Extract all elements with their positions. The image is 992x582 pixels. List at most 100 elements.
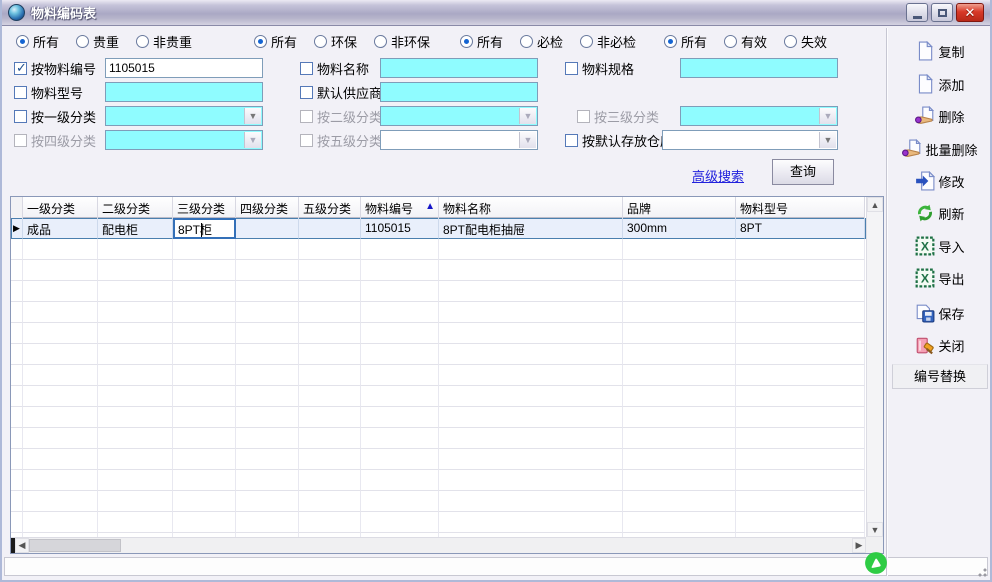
sidebar-button-modify[interactable]: 修改 xyxy=(888,169,992,193)
radio-option-precious-2[interactable]: 非贵重 xyxy=(136,32,192,51)
grid-header-物料编号[interactable]: 物料编号▲ xyxy=(361,197,439,218)
export-icon: X xyxy=(915,268,935,288)
checkbox-class-level1[interactable] xyxy=(14,110,27,123)
sort-ascending-icon: ▲ xyxy=(425,201,435,212)
radio-filter-row: 所有贵重非贵重所有环保非环保所有必检非必检所有有效失效 xyxy=(2,32,882,52)
cell-editor[interactable]: 8PT柜 xyxy=(173,218,236,239)
advanced-search-link[interactable]: 高级搜索 xyxy=(692,166,744,185)
filter-input-material-code[interactable]: 1105015 xyxy=(105,58,263,78)
sidebar-button-delete[interactable]: 删除 xyxy=(888,104,992,128)
sidebar-button-import[interactable]: X导入 xyxy=(888,234,992,258)
query-button[interactable]: 查询 xyxy=(772,159,834,185)
radio-option-validity-1[interactable]: 有效 xyxy=(724,32,767,51)
filter-label-class-level3: 按三级分类 xyxy=(577,106,659,126)
filter-input-class-level2[interactable]: ▼ xyxy=(380,106,538,126)
sidebar-button-export[interactable]: X导出 xyxy=(888,266,992,290)
empty-cell xyxy=(439,260,623,281)
radio-label: 非环保 xyxy=(391,32,430,51)
checkbox-material-spec[interactable] xyxy=(565,62,578,75)
checkbox-material-model[interactable] xyxy=(14,86,27,99)
combo-dropdown-arrow-default-warehouse[interactable]: ▼ xyxy=(819,132,836,148)
radio-option-environment-1[interactable]: 环保 xyxy=(314,32,357,51)
filter-input-material-model[interactable] xyxy=(105,82,263,102)
checkbox-material-name[interactable] xyxy=(300,62,313,75)
empty-cell xyxy=(361,365,439,386)
vertical-scrollbar[interactable]: ▲ ▼ xyxy=(866,197,883,537)
scroll-left-button[interactable]: ◀ xyxy=(15,538,29,553)
grid-header-物料名称[interactable]: 物料名称 xyxy=(439,197,623,218)
grid-body: ▶成品配电柜11050158PT配电柜抽屉300mm8PT8PT柜 xyxy=(11,218,866,537)
empty-table-row xyxy=(11,512,866,533)
checkbox-class-level5[interactable] xyxy=(300,134,313,147)
filter-input-class-level1[interactable]: ▼ xyxy=(105,106,263,126)
radio-option-validity-2[interactable]: 失效 xyxy=(784,32,827,51)
combo-dropdown-arrow-class-level1[interactable]: ▼ xyxy=(244,108,261,124)
delete-icon xyxy=(915,106,935,126)
minimize-button[interactable] xyxy=(906,3,928,22)
empty-cell xyxy=(173,365,236,386)
combo-dropdown-arrow-class-level5[interactable]: ▼ xyxy=(519,132,536,148)
filter-input-class-level5[interactable]: ▼ xyxy=(380,130,538,150)
grid-header-二级分类[interactable]: 二级分类 xyxy=(98,197,173,218)
radio-option-environment-2[interactable]: 非环保 xyxy=(374,32,430,51)
checkbox-default-supplier[interactable] xyxy=(300,86,313,99)
sidebar-button-refresh[interactable]: 刷新 xyxy=(888,201,992,225)
minimize-icon xyxy=(913,16,922,19)
empty-cell xyxy=(23,470,98,491)
checkbox-class-level3[interactable] xyxy=(577,110,590,123)
radio-option-inspection-2[interactable]: 非必检 xyxy=(580,32,636,51)
filter-input-material-name[interactable] xyxy=(380,58,538,78)
filter-input-material-spec[interactable] xyxy=(680,58,838,78)
radio-option-precious-0[interactable]: 所有 xyxy=(16,32,59,51)
grid-header-品牌[interactable]: 品牌 xyxy=(623,197,736,218)
grid-header-物料型号[interactable]: 物料型号 xyxy=(736,197,865,218)
radio-option-environment-0[interactable]: 所有 xyxy=(254,32,297,51)
maximize-button[interactable] xyxy=(931,3,953,22)
table-row[interactable]: ▶成品配电柜11050158PT配电柜抽屉300mm8PT xyxy=(11,218,866,239)
horizontal-scrollbar[interactable]: ◀ ▶ xyxy=(11,537,866,553)
empty-cell xyxy=(173,302,236,323)
scroll-down-button[interactable]: ▼ xyxy=(867,522,883,537)
grid-header-一级分类[interactable]: 一级分类 xyxy=(23,197,98,218)
sidebar-button-save[interactable]: 保存 xyxy=(888,301,992,325)
sidebar-button-label: 修改 xyxy=(938,172,964,191)
checkbox-material-code[interactable] xyxy=(14,62,27,75)
empty-cell xyxy=(623,407,736,428)
checkbox-default-warehouse[interactable] xyxy=(565,134,578,147)
empty-cell xyxy=(439,512,623,533)
filter-input-default-supplier[interactable] xyxy=(380,82,538,102)
radio-option-inspection-0[interactable]: 所有 xyxy=(460,32,503,51)
sidebar-button-close[interactable]: 关闭 xyxy=(888,333,992,357)
filter-label-text: 按二级分类 xyxy=(317,107,382,126)
combo-dropdown-arrow-class-level2[interactable]: ▼ xyxy=(519,108,536,124)
radio-option-inspection-1[interactable]: 必检 xyxy=(520,32,563,51)
empty-cell xyxy=(736,470,865,491)
radio-option-validity-0[interactable]: 所有 xyxy=(664,32,707,51)
filter-input-class-level4[interactable]: ▼ xyxy=(105,130,263,150)
empty-cell xyxy=(173,239,236,260)
empty-cell xyxy=(98,344,173,365)
close-button[interactable]: ✕ xyxy=(956,3,984,22)
grid-header-四级分类[interactable]: 四级分类 xyxy=(236,197,299,218)
sidebar-button-copy[interactable]: 复制 xyxy=(888,39,992,63)
replace-code-button[interactable]: 编号替换 xyxy=(892,364,988,389)
checkbox-class-level4[interactable] xyxy=(14,134,27,147)
checkbox-class-level2[interactable] xyxy=(300,110,313,123)
horizontal-scroll-thumb[interactable] xyxy=(29,539,121,552)
radio-label: 所有 xyxy=(271,32,297,51)
filter-input-class-level3[interactable]: ▼ xyxy=(680,106,838,126)
grid-header-三级分类[interactable]: 三级分类 xyxy=(173,197,236,218)
grid-header-五级分类[interactable]: 五级分类 xyxy=(299,197,361,218)
empty-cell xyxy=(23,260,98,281)
filter-input-default-warehouse[interactable]: ▼ xyxy=(662,130,838,150)
radio-option-precious-1[interactable]: 贵重 xyxy=(76,32,119,51)
cell-二级分类: 配电柜 xyxy=(98,218,173,239)
combo-dropdown-arrow-class-level3[interactable]: ▼ xyxy=(819,108,836,124)
green-float-icon[interactable] xyxy=(864,551,888,575)
sidebar-button-batch-delete[interactable]: 批量删除 xyxy=(888,137,992,161)
sidebar-button-add[interactable]: 添加 xyxy=(888,72,992,96)
combo-dropdown-arrow-class-level4[interactable]: ▼ xyxy=(244,132,261,148)
filter-label-text: 物料型号 xyxy=(31,83,83,102)
empty-cell xyxy=(439,449,623,470)
scroll-up-button[interactable]: ▲ xyxy=(867,197,883,212)
